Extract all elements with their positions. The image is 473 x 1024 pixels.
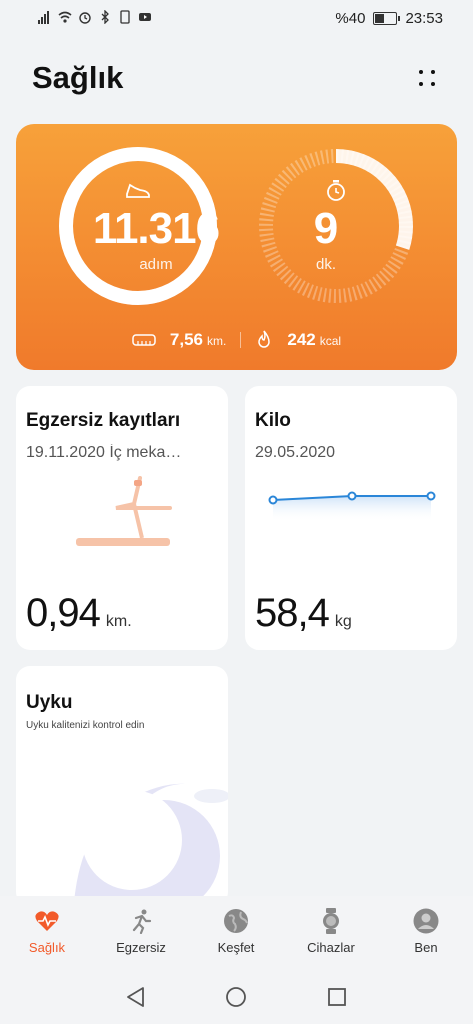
battery-icon [373, 12, 401, 25]
status-bar: %40 23:53 [0, 0, 473, 40]
weight-card[interactable]: Kilo 29.05.2020 58,4 kg [245, 386, 457, 650]
sim-icon [120, 10, 130, 24]
more-options-icon[interactable] [417, 68, 439, 90]
nav-tab-exercise[interactable]: Egzersiz [101, 908, 181, 955]
steps-count: 11.316 [92, 204, 220, 253]
nav-label: Sağlık [28, 940, 66, 955]
card-subtitle: Uyku kalitenizi kontrol edin [26, 720, 145, 731]
bluetooth-icon [101, 10, 109, 24]
status-icons-right: %40 23:53 [335, 10, 443, 27]
heart-pulse-icon [35, 911, 59, 931]
shoe-icon [126, 183, 150, 198]
wifi-icon [58, 11, 72, 23]
calories-stat: 242 kcal [287, 330, 342, 349]
home-icon[interactable] [225, 986, 247, 1008]
system-navigation-bar [0, 968, 473, 1024]
back-icon[interactable] [125, 986, 147, 1008]
treadmill-icon [76, 476, 172, 546]
active-minutes: 9 [313, 204, 339, 253]
person-icon [413, 908, 439, 934]
youtube-icon [139, 13, 151, 21]
nav-tab-me[interactable]: Ben [386, 908, 466, 955]
running-icon [132, 909, 152, 934]
nav-label: Keşfet [217, 940, 255, 955]
recents-icon[interactable] [326, 986, 348, 1008]
divider [240, 332, 242, 348]
card-title: Uyku [26, 692, 73, 713]
battery-percent: %40 [335, 10, 366, 27]
weight-trend-point [347, 491, 357, 501]
signal-icon [38, 11, 49, 24]
page-title: Sağlık [32, 60, 124, 95]
nav-tab-devices[interactable]: Cihazlar [291, 908, 371, 955]
watch-icon [323, 908, 339, 934]
activity-summary-card[interactable]: 11.316 adım 9 dk. 7,56 km. 242 kcal [16, 124, 457, 370]
weight-trend-point [268, 495, 278, 505]
nav-tab-health[interactable]: Sağlık [7, 908, 87, 955]
distance-value: 0,94 km. [26, 591, 132, 635]
summary-footer: 7,56 km. 242 kcal [16, 330, 457, 350]
flame-icon [258, 330, 271, 348]
weight-trend-point [426, 491, 436, 501]
app-header: Sağlık [0, 54, 473, 104]
distance-stat: 7,56 km. [169, 330, 227, 349]
stopwatch-icon [327, 180, 345, 201]
status-icons-left [38, 10, 152, 24]
card-title: Egzersiz kayıtları [26, 410, 181, 431]
nav-label: Cihazlar [307, 940, 355, 955]
active-minutes-unit: dk. [315, 256, 336, 273]
card-subtitle: 29.05.2020 [255, 444, 336, 461]
steps-unit: adım [139, 256, 173, 273]
moon-icon [74, 783, 228, 906]
exercise-records-card[interactable]: Egzersiz kayıtları 19.11.2020 İç meka… 0… [16, 386, 228, 650]
card-subtitle: 19.11.2020 İç meka… [26, 444, 182, 461]
card-title: Kilo [255, 410, 291, 431]
weight-value: 58,4 kg [255, 591, 352, 635]
nav-tab-discover[interactable]: Keşfet [196, 908, 276, 955]
nav-label: Ben [414, 940, 438, 955]
bottom-navigation: Sağlık Egzersiz Keşfet Cihazlar Ben [0, 896, 473, 968]
globe-icon [224, 909, 248, 933]
alarm-icon [79, 12, 91, 24]
distance-icon [132, 334, 156, 346]
weight-trend-chart [268, 491, 436, 522]
sleep-card[interactable]: Uyku Uyku kalitenizi kontrol edin [16, 666, 228, 906]
clock: 23:53 [405, 10, 443, 27]
nav-label: Egzersiz [116, 940, 166, 955]
